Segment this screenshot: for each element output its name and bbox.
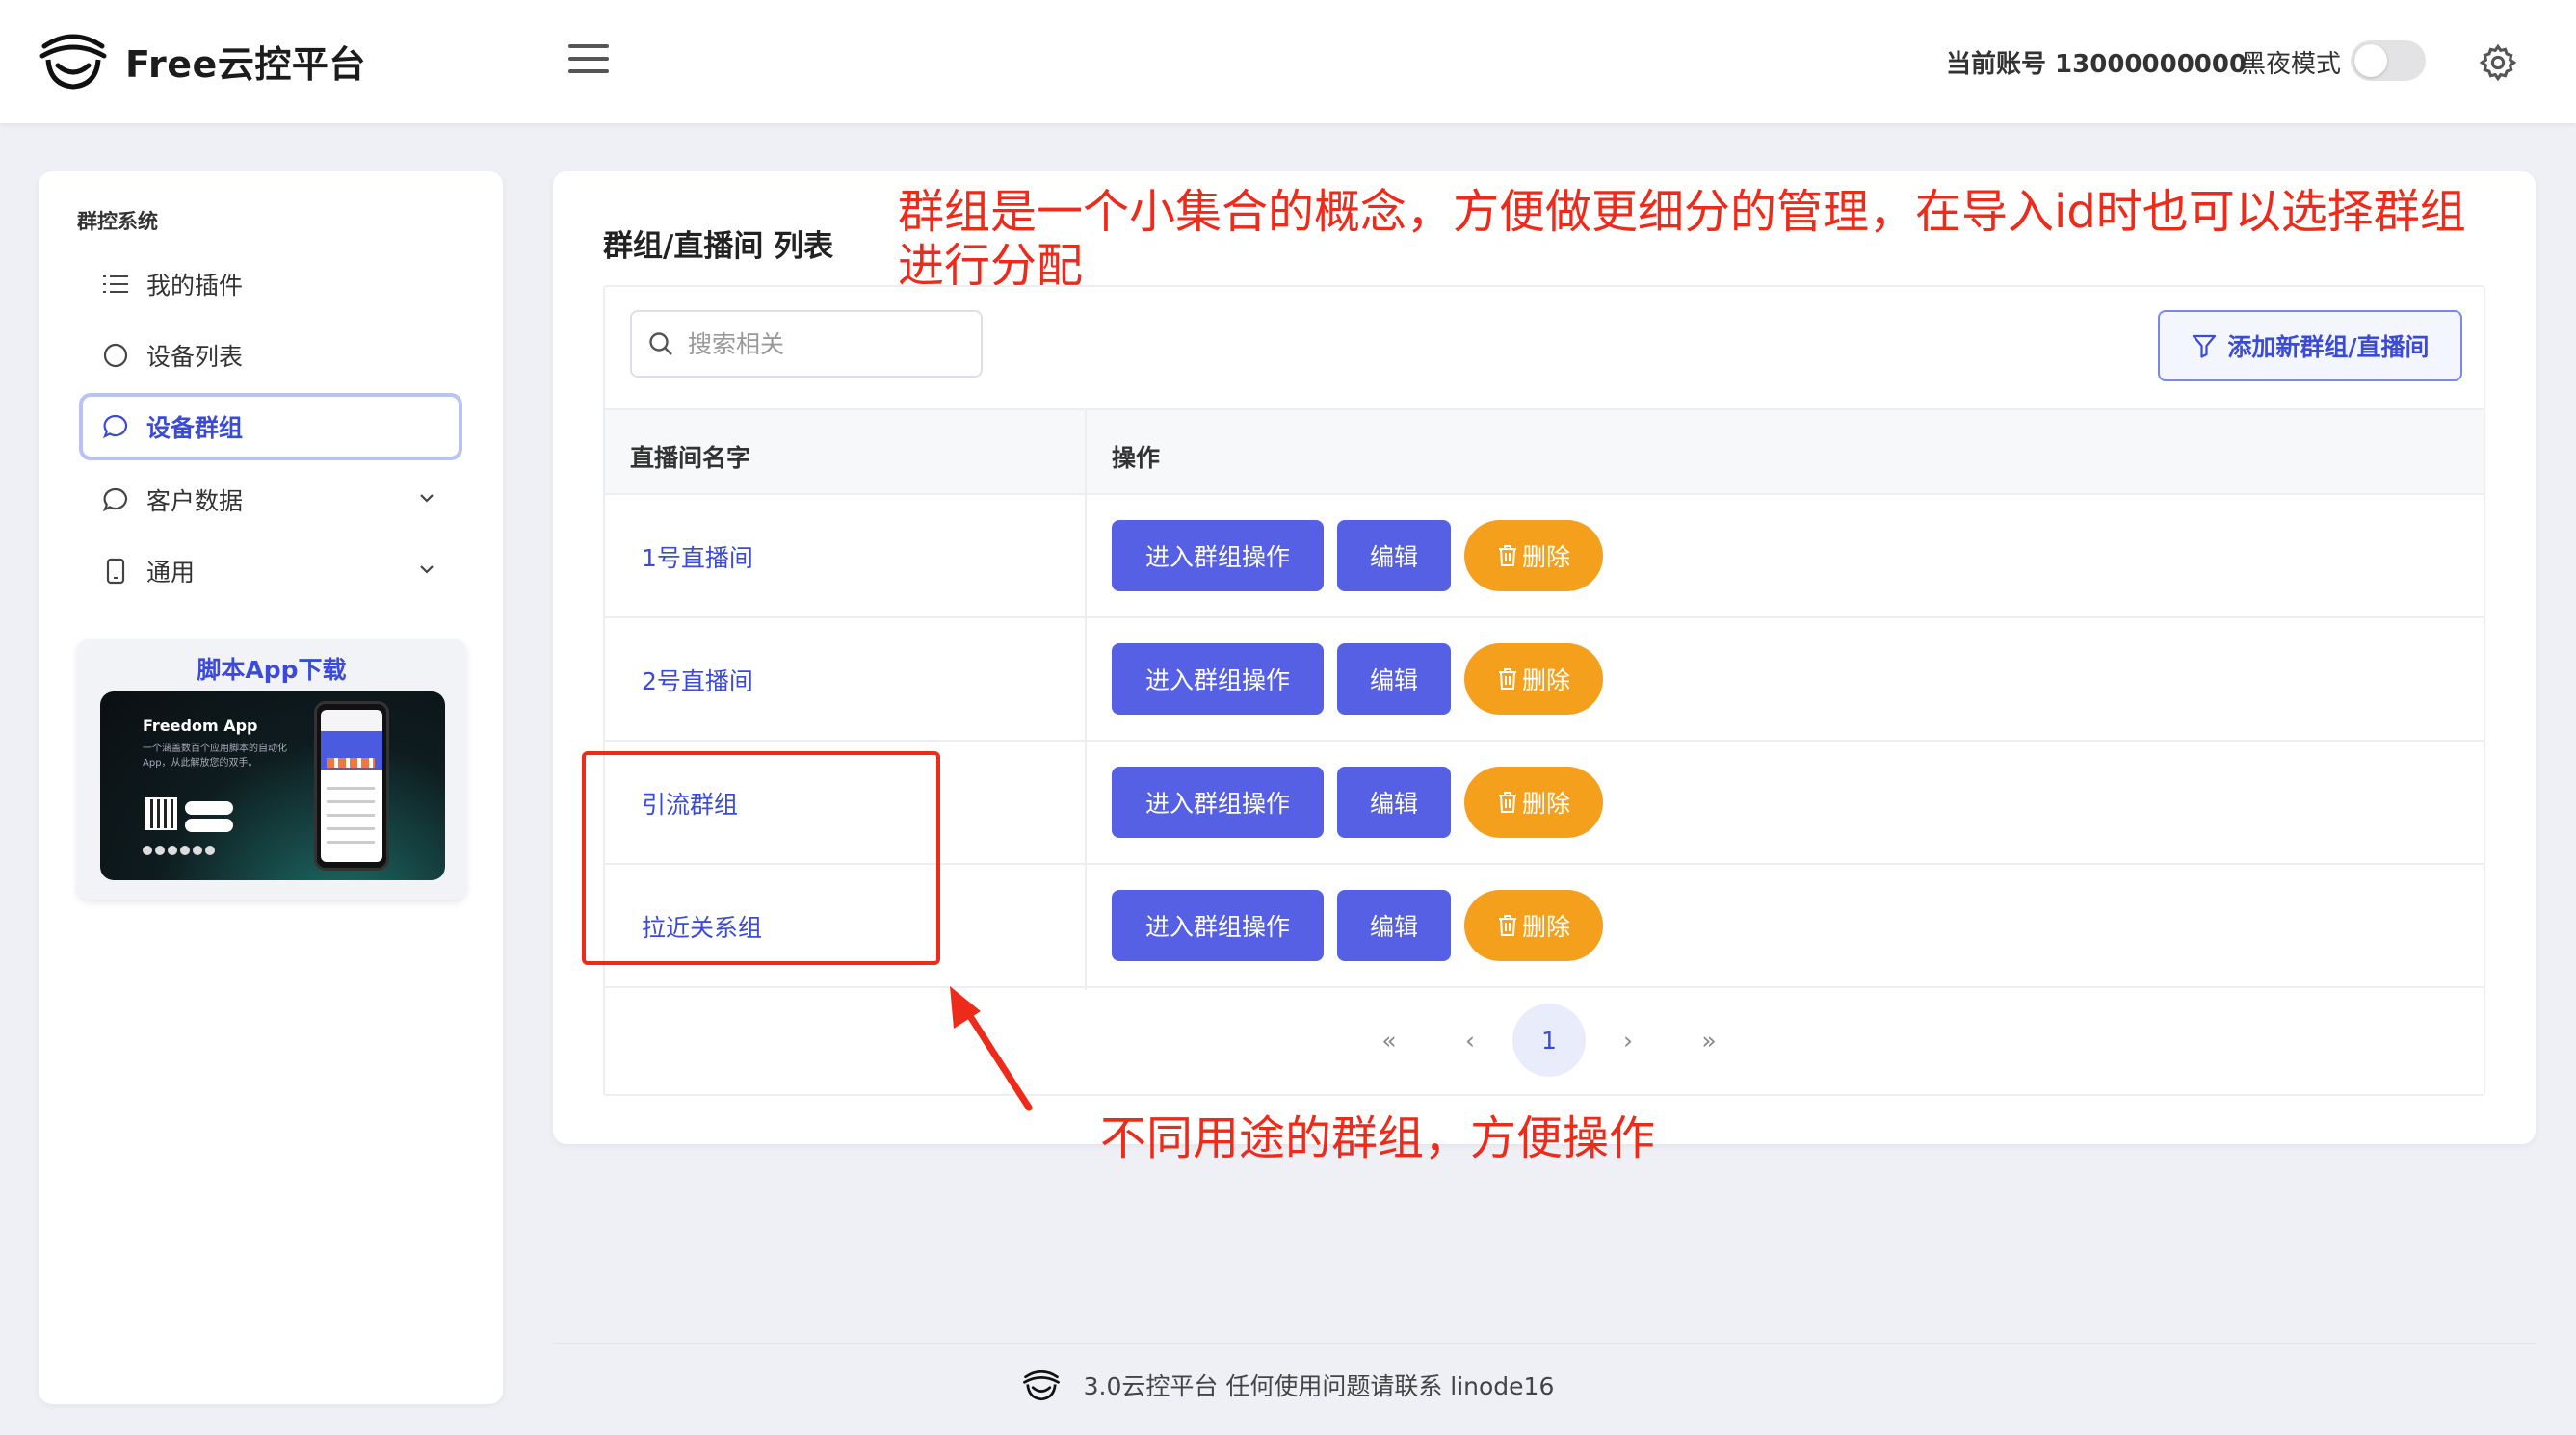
logo-icon <box>39 34 107 90</box>
search-icon <box>649 332 672 355</box>
list-icon <box>102 271 129 298</box>
delete-button[interactable]: 删除 <box>1464 643 1603 715</box>
sidebar-section-title: 群控系统 <box>77 210 158 233</box>
prev-page-button[interactable]: ‹ <box>1441 1011 1499 1069</box>
last-page-button[interactable]: » <box>1680 1011 1738 1069</box>
chat-icon <box>102 413 129 440</box>
next-page-button[interactable]: › <box>1599 1011 1657 1069</box>
brand-name: Free云控平台 <box>125 42 366 86</box>
sidebar-item-label: 设备群组 <box>146 414 244 442</box>
sidebar-item-device-list[interactable]: 设备列表 <box>79 322 462 389</box>
menu-toggle-icon[interactable] <box>568 44 609 77</box>
banner-title: Freedom App <box>143 717 258 735</box>
edit-button[interactable]: 编辑 <box>1337 767 1451 838</box>
sidebar-item-general[interactable]: 通用 <box>79 537 462 605</box>
dark-mode-label: 黑夜模式 <box>2241 50 2342 79</box>
android-download-icon <box>185 801 233 815</box>
qr-code-icon <box>145 797 177 830</box>
gear-icon[interactable] <box>2478 42 2518 83</box>
edit-button[interactable]: 编辑 <box>1337 520 1451 591</box>
enter-group-button[interactable]: 进入群组操作 <box>1112 520 1324 591</box>
enter-group-button[interactable]: 进入群组操作 <box>1112 643 1324 715</box>
annotation-highlight-box <box>582 751 940 965</box>
dark-mode-toggle[interactable] <box>2351 40 2426 81</box>
annotation-arrow-icon <box>950 986 1033 1111</box>
brand-logo[interactable]: Free云控平台 <box>39 31 366 91</box>
page-title: 群组/直播间 列表 <box>603 229 834 264</box>
appstore-download-icon <box>185 819 233 832</box>
page-1-button[interactable]: 1 <box>1512 1004 1586 1077</box>
account-label: 当前账号 13000000000 <box>1946 50 2247 79</box>
pagination: « ‹ 1 › » <box>605 1000 2484 1077</box>
search-box[interactable] <box>630 310 983 378</box>
enter-group-button[interactable]: 进入群组操作 <box>1112 890 1324 961</box>
trash-icon <box>1498 792 1516 813</box>
delete-button[interactable]: 删除 <box>1464 890 1603 961</box>
delete-label: 删除 <box>1521 666 1570 694</box>
main-panel: 群组/直播间 列表 群组是一个小集合的概念，方便做更细分的管理，在导入id时也可… <box>553 171 2536 1144</box>
phone-mockup-icon <box>314 701 389 871</box>
table-row: 1号直播间 进入群组操作 编辑 删除 <box>605 495 2484 618</box>
group-name-link[interactable]: 1号直播间 <box>642 539 753 574</box>
footer-divider <box>553 1343 2536 1344</box>
enter-group-button[interactable]: 进入群组操作 <box>1112 767 1324 838</box>
table-header: 直播间名字 操作 <box>605 408 2484 495</box>
app-download-card[interactable]: 脚本App下载 Freedom App 一个涵盖数百个应用脚本的自动化App，从… <box>77 639 466 900</box>
circle-icon <box>102 342 129 369</box>
column-header-actions: 操作 <box>1112 444 1161 472</box>
add-group-label: 添加新群组/直播间 <box>2227 333 2430 361</box>
sidebar-item-label: 客户数据 <box>146 487 244 515</box>
footer-text: 3.0云控平台 任何使用问题请联系 linode16 <box>1083 1372 1555 1400</box>
banner-subtitle: 一个涵盖数百个应用脚本的自动化App，从此解放您的双手。 <box>143 744 287 769</box>
trash-icon <box>1498 545 1516 566</box>
filter-icon <box>2193 334 2217 358</box>
sidebar-item-label: 设备列表 <box>146 343 244 371</box>
edit-button[interactable]: 编辑 <box>1337 643 1451 715</box>
sidebar-item-customer-data[interactable]: 客户数据 <box>79 466 462 534</box>
first-page-button[interactable]: « <box>1360 1011 1418 1069</box>
delete-button[interactable]: 删除 <box>1464 767 1603 838</box>
chevron-down-icon <box>420 565 434 574</box>
edit-button[interactable]: 编辑 <box>1337 890 1451 961</box>
trash-icon <box>1498 668 1516 690</box>
app-promo-banner[interactable]: Freedom App 一个涵盖数百个应用脚本的自动化App，从此解放您的双手。 <box>100 691 445 880</box>
trash-icon <box>1498 915 1516 936</box>
annotation-top: 群组是一个小集合的概念，方便做更细分的管理，在导入id时也可以选择群组进行分配 <box>898 185 2466 293</box>
delete-label: 删除 <box>1521 790 1570 818</box>
sidebar-item-label: 我的插件 <box>146 272 244 300</box>
logo-icon <box>1022 1370 1060 1401</box>
search-input[interactable] <box>688 329 958 358</box>
app-icons-row <box>143 846 215 855</box>
sidebar-item-label: 通用 <box>146 559 196 587</box>
app-download-title: 脚本App下载 <box>197 656 347 684</box>
group-table: 添加新群组/直播间 直播间名字 操作 1号直播间 进入群组操作 编辑 删除 2号… <box>603 285 2485 1096</box>
column-header-name: 直播间名字 <box>630 444 751 472</box>
footer: 3.0云控平台 任何使用问题请联系 linode16 <box>0 1368 2576 1402</box>
delete-label: 删除 <box>1521 543 1570 571</box>
add-group-button[interactable]: 添加新群组/直播间 <box>2158 310 2462 381</box>
table-row: 2号直播间 进入群组操作 编辑 删除 <box>605 618 2484 742</box>
delete-button[interactable]: 删除 <box>1464 520 1603 591</box>
top-header: Free云控平台 当前账号 13000000000 黑夜模式 <box>0 0 2576 123</box>
sidebar-item-device-groups[interactable]: 设备群组 <box>79 393 462 460</box>
sidebar-item-my-plugins[interactable]: 我的插件 <box>79 250 462 318</box>
chevron-down-icon <box>420 494 434 503</box>
sidebar: 群控系统 我的插件 设备列表 设备群组 客户数据 通用 脚本App下载 Free… <box>39 171 503 1404</box>
group-name-link[interactable]: 2号直播间 <box>642 663 753 697</box>
delete-label: 删除 <box>1521 913 1570 941</box>
phone-icon <box>102 558 129 585</box>
chat-icon <box>102 486 129 513</box>
annotation-bottom: 不同用途的群组，方便操作 <box>1100 1111 1656 1165</box>
